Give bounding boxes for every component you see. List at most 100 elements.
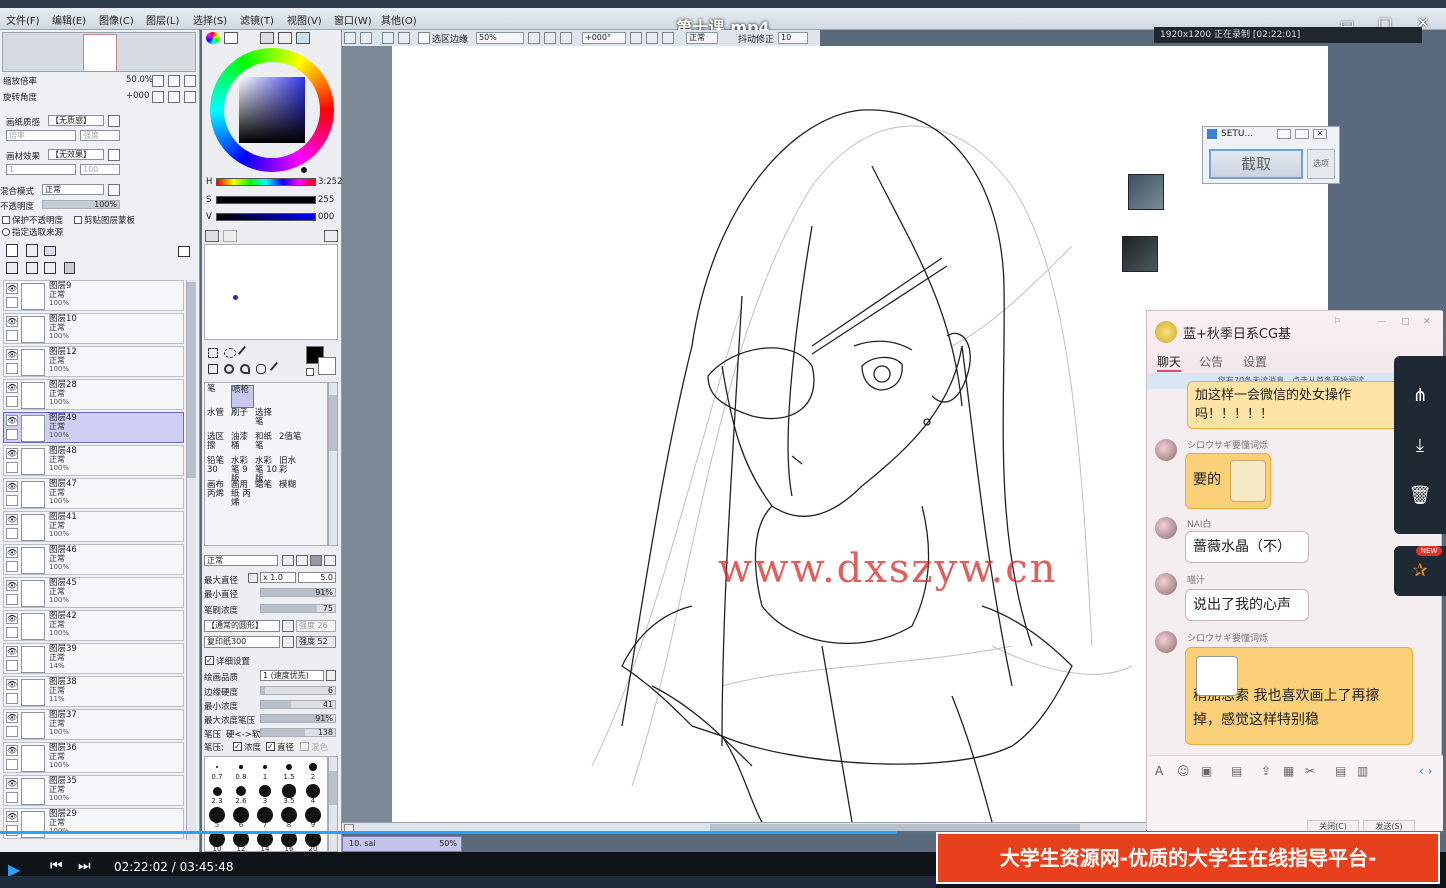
gift-icon[interactable]: ▦ <box>1283 764 1294 778</box>
press-density-checkbox[interactable]: ✓ <box>233 742 242 751</box>
font-icon[interactable]: A <box>1155 764 1163 778</box>
brush-slot[interactable]: 水管 <box>207 409 230 432</box>
chat-tab-settings[interactable]: 设置 <box>1243 353 1267 370</box>
brush-mode-select[interactable]: 正常 <box>204 555 278 566</box>
code-icon[interactable]: ‹ › <box>1419 764 1432 778</box>
screenshot-icon[interactable]: ✂ <box>1305 764 1315 778</box>
navigator-preview[interactable] <box>2 32 196 72</box>
transfer-down-icon[interactable] <box>6 262 18 274</box>
brush-size-dot[interactable] <box>285 763 293 771</box>
layer-visibility-icon[interactable]: 👁 <box>6 448 18 459</box>
brush-slot[interactable]: 2值笔 <box>279 433 302 456</box>
min-density-slider[interactable]: 41 <box>260 700 336 709</box>
stabilizer-select[interactable]: 10 <box>778 32 808 44</box>
chat-minimize-icon[interactable]: — <box>1377 317 1386 327</box>
swap-color-icon[interactable] <box>205 230 219 242</box>
chat-input-area[interactable]: A ☺ ▣ ▤ ⇪ ▦ ✂ ▤ ▥ ‹ › 关闭(C) 发送(S) <box>1147 755 1443 834</box>
magic-wand-icon[interactable] <box>237 345 253 361</box>
max-size-field[interactable]: 5.0 <box>298 572 336 583</box>
layer-lock-checkbox[interactable] <box>6 660 18 671</box>
emoji-icon[interactable]: ☺ <box>1177 764 1190 778</box>
brush-slot[interactable]: 选区擦 <box>207 433 230 456</box>
layer-visibility-icon[interactable]: 👁 <box>6 679 18 690</box>
sv-square[interactable] <box>239 77 305 143</box>
zoom-fit-icon[interactable] <box>184 75 196 87</box>
brush-slot[interactable] <box>255 385 278 408</box>
layer-row[interactable]: 👁图层29正常100% <box>3 808 184 839</box>
layer-visibility-icon[interactable]: 👁 <box>6 349 18 360</box>
eyedropper-icon[interactable] <box>269 361 285 377</box>
delete-layer-icon[interactable] <box>64 262 75 274</box>
rotate-tool-icon[interactable] <box>240 364 250 374</box>
brush-slot[interactable]: 水彩笔 9版 <box>231 457 254 484</box>
effect-strength-field[interactable]: 100 <box>80 164 120 175</box>
brush-shape-flat-icon[interactable] <box>324 555 336 566</box>
brush-shape-dropdown-icon[interactable] <box>282 620 294 632</box>
brush-slot[interactable]: 油漆桶 <box>231 433 254 456</box>
layer-row[interactable]: 👁 图层12 正常 100% <box>3 346 184 377</box>
zoom-minus-icon[interactable] <box>152 75 164 87</box>
shape-strength-field[interactable]: 强度 26 <box>296 620 336 632</box>
layer-scroll-thumb[interactable] <box>187 282 196 478</box>
layer-row[interactable]: 👁 图层46 正常 100% <box>3 544 184 575</box>
layer-visibility-icon[interactable]: 👁 <box>6 745 18 756</box>
layer-row[interactable]: 👁 图层35 正常 100% <box>3 775 184 806</box>
layer-lock-checkbox[interactable] <box>6 528 18 539</box>
rotate-left-icon[interactable] <box>630 32 642 44</box>
paper-effect-dropdown-icon[interactable] <box>108 149 120 161</box>
layer-lock-checkbox[interactable] <box>6 627 18 638</box>
select-all-icon[interactable] <box>344 32 356 44</box>
deselect-icon[interactable] <box>360 32 372 44</box>
protect-opacity-checkbox[interactable] <box>2 216 10 224</box>
brush-shape-hard-icon[interactable] <box>310 555 322 566</box>
move-icon[interactable] <box>208 364 218 374</box>
brush-slot[interactable]: 笔 <box>207 385 230 408</box>
brush-size-dot[interactable] <box>239 765 243 769</box>
scratchpad-tab-icon[interactable] <box>296 32 310 44</box>
size-scrollbar[interactable] <box>328 756 338 852</box>
layer-lock-checkbox[interactable] <box>6 363 18 374</box>
play-icon[interactable]: ▶ <box>8 860 28 879</box>
layer-lock-checkbox[interactable] <box>6 429 18 440</box>
previous-icon[interactable]: ⏮ <box>50 858 70 874</box>
quality-dropdown-icon[interactable] <box>326 670 336 681</box>
hand-tool-icon[interactable] <box>256 364 266 374</box>
layer-scrollbar[interactable] <box>186 280 196 840</box>
blend-dropdown-icon[interactable] <box>108 184 120 196</box>
rotate-right-icon[interactable] <box>168 91 180 103</box>
layer-lock-checkbox[interactable] <box>6 561 18 572</box>
layer-row[interactable]: 👁 图层28 正常 100% <box>3 379 184 410</box>
promo-banner[interactable]: 大学生资源网-优质的大学生在线指导平台-www.dxszyw.cn <box>936 832 1440 884</box>
layer-visibility-icon[interactable]: 👁 <box>6 811 18 822</box>
layer-visibility-icon[interactable]: 👁 <box>6 712 18 723</box>
rotate-left-icon[interactable] <box>152 91 164 103</box>
setu-maximize-icon[interactable] <box>1295 129 1309 139</box>
zoom-tool-icon[interactable] <box>224 364 234 374</box>
layer-visibility-icon[interactable]: 👁 <box>6 580 18 591</box>
min-size-slider[interactable]: 91% <box>260 588 336 597</box>
layer-lock-checkbox[interactable] <box>6 396 18 407</box>
layer-visibility-icon[interactable]: 👁 <box>6 646 18 657</box>
capture-options-button[interactable]: 选项 <box>1307 149 1335 179</box>
layer-row[interactable]: 👁 图层38 正常 11% <box>3 676 184 707</box>
brush-size-dot[interactable] <box>309 763 317 771</box>
chat-maximize-icon[interactable]: □ <box>1401 317 1410 327</box>
upload-icon[interactable]: ⇪ <box>1261 764 1271 778</box>
gif-icon[interactable]: ▣ <box>1201 764 1212 778</box>
layer-row[interactable]: 👁 图层39 正常 14% <box>3 643 184 674</box>
paper-texture-dropdown-icon[interactable] <box>108 115 120 127</box>
brush-slot[interactable]: 蜡笔 <box>255 481 278 504</box>
layer-visibility-icon[interactable]: 👁 <box>6 778 18 789</box>
brush-slot[interactable]: 画用纸 丙烯 <box>231 481 254 508</box>
brush-size-dot[interactable] <box>212 786 222 796</box>
brush-size-dot[interactable] <box>235 785 247 797</box>
layer-lock-checkbox[interactable] <box>6 594 18 605</box>
layer-lock-checkbox[interactable] <box>6 297 18 308</box>
setu-close-icon[interactable]: ✕ <box>1313 129 1327 139</box>
detail-settings-checkbox[interactable]: ✓ <box>205 656 214 665</box>
canvas-area[interactable]: www.dxszyw.cn <box>342 46 1328 822</box>
layer-row[interactable]: 👁 图层48 正常 100% <box>3 445 184 476</box>
edge-hardness-slider[interactable]: 6 <box>260 686 336 695</box>
pressure-slider[interactable]: 138 <box>260 728 336 737</box>
brush-size-dot[interactable] <box>262 764 268 770</box>
